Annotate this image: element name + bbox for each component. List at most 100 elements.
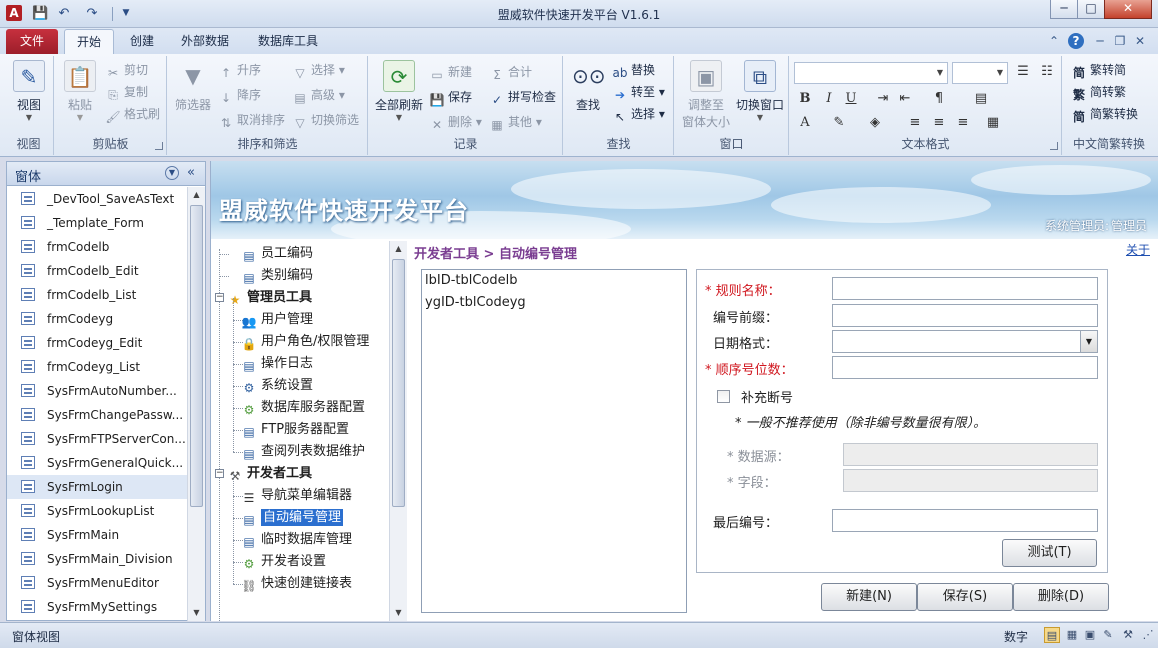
nav-header[interactable]: 窗体 ▼ « — [7, 162, 205, 186]
tree-menu-item[interactable]: ▤ 类别编码 — [241, 265, 313, 287]
cut-button[interactable]: ✂ 剪切 — [105, 60, 148, 80]
tree-scroll-thumb[interactable] — [392, 259, 405, 507]
clear-sort-button[interactable]: ⇅ 取消排序 — [218, 110, 285, 130]
copy-button[interactable]: ⎘ 复制 — [105, 82, 148, 102]
layout-view-icon[interactable]: ▣ — [1082, 627, 1098, 643]
refresh-all-button[interactable]: ⟳ 全部刷新 ▼ — [371, 60, 427, 122]
highlight-icon[interactable]: ✎ — [830, 114, 848, 132]
prefix-input[interactable] — [832, 304, 1098, 327]
doc-minimize-icon[interactable]: ─ — [1092, 33, 1108, 49]
save-record-button[interactable]: 💾 保存 — [429, 87, 473, 107]
new-button[interactable]: 新建(N) — [821, 583, 917, 611]
text-format-dialog-launcher-icon[interactable] — [1050, 142, 1058, 150]
nav-form-item[interactable]: SysFrmMySettings — [7, 595, 187, 619]
tree-menu-item[interactable]: ⚙ 数据库服务器配置 — [241, 397, 365, 419]
about-link[interactable]: 关于 — [1126, 241, 1150, 258]
close-button[interactable]: ✕ — [1104, 0, 1152, 19]
design-view-icon[interactable]: ✎ — [1100, 627, 1116, 643]
tree-menu-item[interactable]: ▤ 自动编号管理 — [241, 507, 344, 529]
switch-window-button[interactable]: ⧉ 切换窗口 ▼ — [733, 60, 787, 122]
advanced-button[interactable]: ▤ 高级 ▾ — [292, 85, 345, 105]
indent-increase-icon[interactable]: ⇥ — [874, 90, 892, 108]
nav-form-item[interactable]: SysFrmMenuEditor — [7, 571, 187, 595]
font-size-combo[interactable]: ▼ — [952, 62, 1008, 84]
clipboard-dialog-launcher-icon[interactable] — [155, 142, 163, 150]
nav-form-item[interactable]: _DevTool_SaveAsText — [7, 187, 187, 211]
tree-expander-icon[interactable]: − — [215, 293, 224, 302]
tree-menu-item[interactable]: ▤ 查阅列表数据维护 — [241, 441, 365, 463]
find-button[interactable]: ⊙⊙ 查找 — [568, 60, 608, 113]
tab-create[interactable]: 创建 — [120, 29, 164, 54]
chevron-down-icon[interactable]: ▼ — [1080, 331, 1097, 352]
save-button[interactable]: 保存(S) — [917, 583, 1013, 611]
tree-menu-item[interactable]: ▤ 操作日志 — [241, 353, 313, 375]
nav-form-item[interactable]: frmCodelb_Edit — [7, 259, 187, 283]
shutter-bar-close-icon[interactable]: « — [187, 165, 195, 180]
tree-group-node[interactable]: ★ 管理员工具 — [227, 287, 312, 309]
fill-color-icon[interactable]: ◈ — [866, 114, 884, 132]
align-left-icon[interactable]: ≡ — [906, 114, 924, 132]
paragraph-direction-icon[interactable]: ¶ — [930, 90, 948, 108]
test-button[interactable]: 测试(T) — [1002, 539, 1097, 567]
nav-form-item[interactable]: SysFrmMain — [7, 523, 187, 547]
nav-menu-chevron-icon[interactable]: ▼ — [165, 166, 179, 180]
nav-form-item[interactable]: _Template_Form — [7, 211, 187, 235]
nav-form-item[interactable]: frmCodeyg_Edit — [7, 331, 187, 355]
size-to-fit-button[interactable]: ▣ 调整至 窗体大小 — [679, 60, 733, 130]
resize-grip-icon[interactable]: ⋰ — [1140, 627, 1156, 643]
tree-menu-item[interactable]: ⛓ 快速创建链接表 — [241, 573, 352, 595]
nav-form-item[interactable]: frmCodeyg — [7, 307, 187, 331]
form-view-icon[interactable]: ▤ — [1044, 627, 1060, 643]
seq-digits-input[interactable] — [832, 356, 1098, 379]
gridlines-icon[interactable]: ▤ — [972, 90, 990, 108]
help-icon[interactable]: ? — [1068, 33, 1084, 49]
tree-menu-item[interactable]: 👥 用户管理 — [241, 309, 314, 331]
italic-button[interactable]: I — [820, 90, 838, 108]
tree-scrollbar[interactable]: ▲ ▼ — [389, 241, 407, 621]
goto-button[interactable]: ➔ 转至 ▾ — [612, 82, 665, 102]
design-tools-icon[interactable]: ⚒ — [1120, 627, 1136, 643]
minimize-button[interactable]: ─ — [1050, 0, 1078, 19]
tree-menu-item[interactable]: 🔒 用户角色/权限管理 — [241, 331, 370, 353]
totals-button[interactable]: Σ 合计 — [489, 62, 532, 82]
nav-form-item[interactable]: frmCodelb — [7, 235, 187, 259]
minimize-ribbon-icon[interactable]: ⌃ — [1046, 33, 1062, 49]
nav-scrollbar[interactable]: ▲ ▼ — [187, 187, 205, 621]
tree-group-node[interactable]: ⚒ 开发者工具 — [227, 463, 312, 485]
date-format-select[interactable]: ▼ — [832, 330, 1098, 353]
delete-record-button[interactable]: ✕ 删除 ▾ — [429, 112, 482, 132]
tab-file[interactable]: 文件 — [6, 29, 58, 54]
bold-button[interactable]: B — [796, 90, 814, 108]
nav-form-item[interactable]: SysFrmMain_Division — [7, 547, 187, 571]
scroll-up-icon[interactable]: ▲ — [188, 187, 205, 203]
rule-name-input[interactable] — [832, 277, 1098, 300]
tree-menu-item[interactable]: ▤ 员工编码 — [241, 243, 313, 265]
filter-button[interactable]: ▼ 筛选器 — [172, 60, 214, 113]
nav-form-item[interactable]: frmCodelb_List — [7, 283, 187, 307]
fill-gap-checkbox[interactable] — [717, 390, 730, 403]
alternate-row-color-icon[interactable]: ▦ — [984, 114, 1002, 132]
tab-external-data[interactable]: 外部数据 — [172, 29, 238, 54]
rule-listbox[interactable]: lbID-tblCodelb ygID-tblCodeyg — [421, 269, 687, 613]
chinese-convert-button[interactable]: 简简繁转换 — [1071, 104, 1138, 124]
nav-form-item[interactable]: SysFrmLookupList — [7, 499, 187, 523]
tree-menu-item[interactable]: ⚙ 开发者设置 — [241, 551, 326, 573]
scroll-up-icon[interactable]: ▲ — [390, 241, 407, 257]
nav-form-item[interactable]: SysFrmAutoNumber... — [7, 379, 187, 403]
font-name-combo[interactable]: ▼ — [794, 62, 948, 84]
format-painter-button[interactable]: 🖌 格式刷 — [105, 104, 160, 124]
nav-form-item[interactable]: SysFrmGeneralQuick... — [7, 451, 187, 475]
list-item[interactable]: ygID-tblCodeyg — [422, 292, 686, 314]
select-button[interactable]: ↖ 选择 ▾ — [612, 104, 665, 124]
tree-menu-item[interactable]: ▤ 临时数据库管理 — [241, 529, 352, 551]
tab-home[interactable]: 开始 — [64, 29, 114, 54]
sort-ascending-button[interactable]: ↑ 升序 — [218, 60, 261, 80]
scroll-down-icon[interactable]: ▼ — [390, 605, 407, 621]
paste-button[interactable]: 📋 粘贴 ▼ — [59, 60, 101, 122]
maximize-button[interactable]: □ — [1077, 0, 1105, 19]
doc-restore-icon[interactable]: ❐ — [1112, 33, 1128, 49]
traditional-to-simplified-button[interactable]: 简繁转简 — [1071, 60, 1126, 80]
numbering-icon[interactable]: ☷ — [1038, 63, 1056, 81]
datasheet-view-icon[interactable]: ▦ — [1064, 627, 1080, 643]
scroll-down-icon[interactable]: ▼ — [188, 605, 205, 621]
